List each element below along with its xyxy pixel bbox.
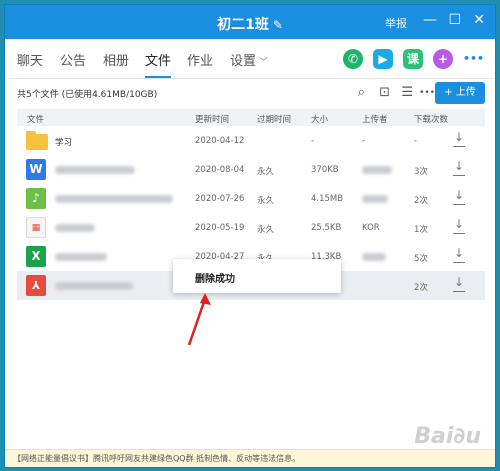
header-file[interactable]: 文件	[27, 113, 44, 125]
notice-text[interactable]: 【网络正能量倡议书】腾讯呼吁网友共建绿色QQ群 抵制色情、反动等违法信息。	[13, 454, 300, 463]
close-button[interactable]: ✕	[473, 13, 485, 27]
tab-album[interactable]: 相册	[103, 50, 129, 69]
file-size: -	[311, 136, 315, 146]
header-uploader[interactable]: 上传者	[362, 113, 388, 125]
video-icon[interactable]: ▶	[373, 49, 393, 69]
minimize-button[interactable]: —	[423, 13, 437, 27]
active-tab-indicator	[145, 76, 171, 78]
header-expire[interactable]: 过期时间	[257, 113, 291, 125]
blurred-file-name[interactable]	[55, 224, 95, 232]
group-file-window: 初二1班 ✎ 举报 — ☐ ✕ 聊天 公告 相册 文件 作业 设置 ﹀ ✆ ▶ 课 …	[4, 4, 496, 468]
folder-icon	[26, 131, 48, 150]
download-count: 2次	[414, 283, 428, 293]
tab-settings[interactable]: 设置 ﹀	[230, 50, 268, 69]
classroom-icon[interactable]: 课	[403, 49, 423, 69]
download-count: -	[414, 136, 418, 146]
storage-summary: 共5个文件 (已使用4.61MB/10GB)	[17, 90, 158, 100]
report-link[interactable]: 举报	[385, 15, 407, 31]
group-name: 初二1班	[217, 17, 269, 33]
file-size: 25.5KB	[311, 223, 342, 233]
inbox-icon[interactable]: ⊡	[379, 85, 390, 100]
edit-icon[interactable]: ✎	[273, 18, 283, 32]
excel-file-icon: X	[26, 246, 46, 267]
header-updated[interactable]: 更新时间	[195, 113, 229, 125]
updated-time: 2020-07-26	[195, 194, 245, 204]
expire-time: 永久	[257, 196, 275, 206]
expire-time: 永久	[257, 225, 275, 235]
download-icon[interactable]	[453, 159, 465, 176]
download-icon[interactable]	[453, 246, 465, 263]
table-row[interactable]: ♪ 2020-07-26 永久 4.15MB 2次	[17, 184, 485, 213]
add-app-icon[interactable]: +	[433, 49, 453, 69]
updated-time: 2020-04-12	[195, 136, 245, 146]
red-arrow-annotation	[187, 293, 211, 346]
tab-announcement[interactable]: 公告	[60, 50, 86, 69]
file-size: 4.15MB	[311, 194, 344, 204]
settings-label: 设置	[230, 54, 257, 69]
file-name[interactable]: 学习	[55, 136, 72, 148]
toast-message: 删除成功	[195, 274, 235, 285]
download-count: 2次	[414, 196, 428, 206]
table-row[interactable]: W 2020-08-04 永久 370KB 3次	[17, 155, 485, 184]
blurred-uploader	[362, 166, 392, 174]
uploader: -	[362, 136, 366, 146]
title-bar: 初二1班 ✎ 举报 — ☐ ✕	[5, 5, 495, 39]
pdf-file-icon: ⅄	[26, 275, 46, 296]
file-toolbar: 共5个文件 (已使用4.61MB/10GB) ⌕ ⊡ ☰ ••• + 上传	[5, 79, 495, 107]
header-downloads[interactable]: 下载次数	[414, 113, 448, 125]
table-row[interactable]: ▦ 2020-05-19 永久 25.5KB KOR 1次	[17, 213, 485, 242]
blurred-uploader	[362, 253, 386, 261]
download-count: 3次	[414, 167, 428, 177]
table-header: 文件 更新时间 过期时间 大小 上传者 下载次数	[17, 109, 485, 126]
blurred-file-name[interactable]	[55, 253, 107, 261]
header-size[interactable]: 大小	[311, 113, 328, 125]
expire-time: 永久	[257, 167, 275, 177]
download-icon[interactable]	[453, 188, 465, 205]
image-file-icon: ▦	[26, 217, 46, 238]
blurred-file-name[interactable]	[55, 166, 135, 174]
blurred-file-name[interactable]	[55, 282, 133, 290]
watermark-logo: Bai∂u	[414, 424, 481, 449]
download-icon[interactable]	[453, 217, 465, 234]
download-icon[interactable]	[453, 275, 465, 292]
upload-button[interactable]: + 上传	[435, 82, 485, 104]
updated-time: 2020-05-19	[195, 223, 245, 233]
tab-bar: 聊天 公告 相册 文件 作业 设置 ﹀ ✆ ▶ 课 + •••	[5, 39, 495, 79]
blurred-file-name[interactable]	[55, 195, 173, 203]
blurred-uploader	[362, 195, 388, 203]
list-view-icon[interactable]: ☰	[401, 85, 413, 100]
download-icon[interactable]	[453, 130, 465, 147]
tab-files[interactable]: 文件	[145, 50, 171, 69]
chevron-down-icon: ﹀	[259, 58, 269, 68]
word-file-icon: W	[26, 159, 46, 180]
search-icon[interactable]: ⌕	[358, 85, 365, 100]
phone-icon[interactable]: ✆	[343, 49, 363, 69]
more-apps-icon[interactable]: •••	[463, 49, 484, 69]
tab-chat[interactable]: 聊天	[17, 50, 43, 69]
file-size: 370KB	[311, 165, 339, 175]
uploader: KOR	[362, 223, 380, 233]
tab-homework[interactable]: 作业	[187, 50, 213, 69]
more-options-icon[interactable]: •••	[419, 88, 435, 98]
window-title[interactable]: 初二1班 ✎	[5, 14, 495, 34]
download-count: 1次	[414, 225, 428, 235]
audio-file-icon: ♪	[26, 188, 46, 209]
toast-popup: 删除成功	[173, 259, 341, 293]
notice-footer: 【网络正能量倡议书】腾讯呼吁网友共建绿色QQ群 抵制色情、反动等违法信息。	[5, 449, 495, 467]
updated-time: 2020-08-04	[195, 165, 245, 175]
download-count: 5次	[414, 254, 428, 264]
maximize-button[interactable]: ☐	[448, 13, 461, 27]
table-row[interactable]: 学习 2020-04-12 - - -	[17, 126, 485, 155]
